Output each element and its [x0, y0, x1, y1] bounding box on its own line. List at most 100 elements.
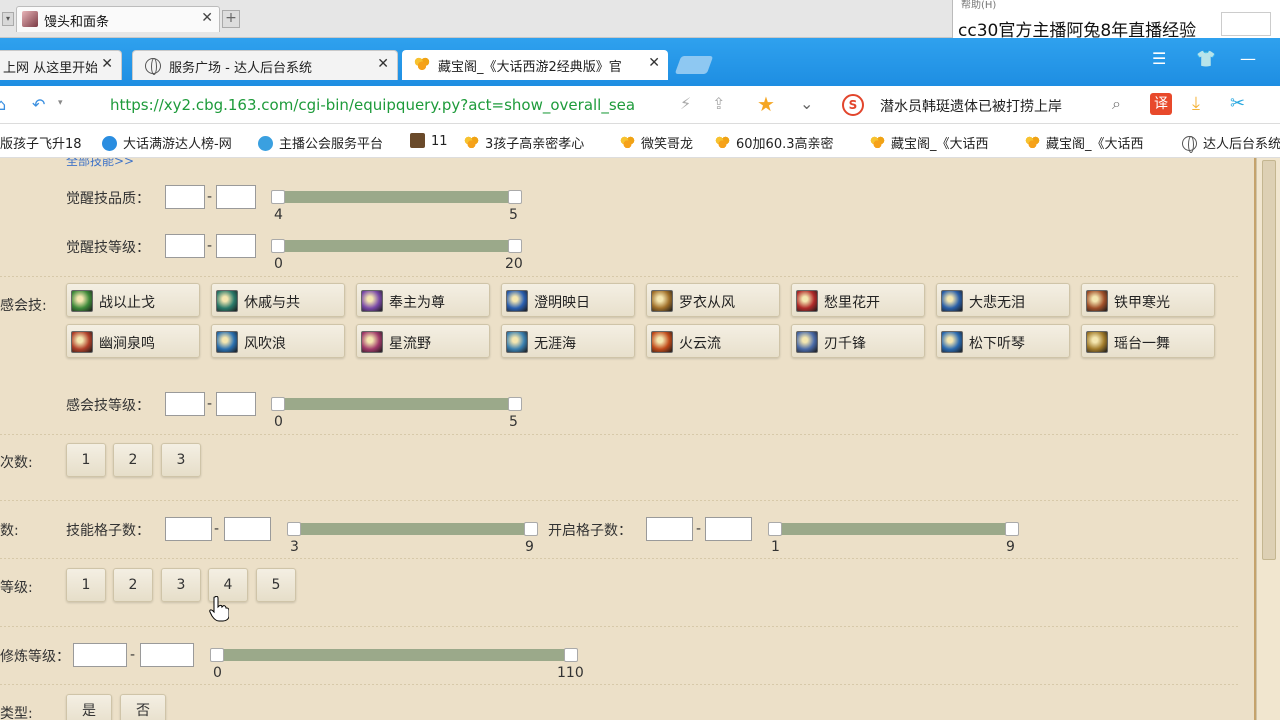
scissors-icon[interactable]: ✂ — [1230, 93, 1245, 114]
awaken-quality-max-input[interactable] — [216, 185, 256, 209]
search-engine-icon[interactable]: S — [842, 94, 864, 116]
count-option-1[interactable]: 1 — [66, 443, 106, 477]
grade-option-1[interactable]: 1 — [66, 568, 106, 602]
slider-min-handle[interactable] — [271, 397, 285, 411]
awaken-level-max-input[interactable] — [216, 234, 256, 258]
slider-max-handle[interactable] — [508, 397, 522, 411]
insight-level-max-input[interactable] — [216, 392, 256, 416]
slider-min-handle[interactable] — [271, 190, 285, 204]
skin-icon[interactable]: 👕 — [1196, 49, 1216, 68]
insight-level-slider[interactable] — [278, 398, 516, 410]
undo-icon[interactable]: ↶ — [32, 95, 45, 114]
tab-service-square[interactable]: 服务广场 - 达人后台系统 ✕ — [132, 50, 398, 80]
awaken-level-slider[interactable] — [278, 240, 516, 252]
outer-tab-close-icon[interactable]: ✕ — [201, 10, 213, 26]
grade-option-3[interactable]: 3 — [161, 568, 201, 602]
star-icon[interactable]: ★ — [757, 92, 775, 116]
insight-skill-button[interactable]: 瑶台一舞 — [1081, 324, 1215, 358]
cultivation-slider[interactable] — [216, 649, 572, 661]
insight-skill-button[interactable]: 奉主为尊 — [356, 283, 490, 317]
cultivation-max-input[interactable] — [140, 643, 194, 667]
insight-skill-button[interactable]: 休戚与共 — [211, 283, 345, 317]
bookmark-item[interactable]: 60加60.3高亲密 — [715, 133, 834, 152]
search-icon[interactable]: ⌕ — [1112, 94, 1121, 114]
insight-skill-button[interactable]: 星流野 — [356, 324, 490, 358]
insight-skill-button[interactable]: 松下听琴 — [936, 324, 1070, 358]
insight-skill-button[interactable]: 罗衣从风 — [646, 283, 780, 317]
search-suggestion[interactable]: 潜水员韩珽遗体已被打捞上岸 — [880, 96, 1062, 116]
bookmark-item[interactable]: 主播公会服务平台 — [258, 133, 383, 152]
insight-skill-button[interactable]: 澄明映日 — [501, 283, 635, 317]
skill-slots-min-input[interactable] — [165, 517, 212, 541]
grade-option-5[interactable]: 5 — [256, 568, 296, 602]
awaken-quality-min-input[interactable] — [165, 185, 205, 209]
close-icon[interactable]: ✕ — [648, 55, 660, 71]
skill-slots-max-input[interactable] — [224, 517, 271, 541]
outer-tab-scroll-button[interactable]: ▾ — [2, 12, 14, 26]
bookmark-item[interactable]: 藏宝阁_《大话西 — [1025, 133, 1144, 152]
slider-max-value: 9 — [1006, 539, 1015, 555]
open-slots-max-input[interactable] — [705, 517, 752, 541]
insight-skill-button[interactable]: 风吹浪 — [211, 324, 345, 358]
bookmark-item[interactable]: 11 — [410, 133, 448, 149]
grade-option-2[interactable]: 2 — [113, 568, 153, 602]
bookmark-item[interactable]: 版孩子飞升18 — [0, 133, 82, 152]
bookmark-item[interactable]: 微笑哥龙 — [620, 133, 693, 152]
slider-max-handle[interactable] — [508, 190, 522, 204]
insight-skill-button[interactable]: 愁里花开 — [791, 283, 925, 317]
bookmark-item[interactable]: 3孩子高亲密孝心 — [464, 133, 584, 152]
tab-start-page[interactable]: 上网 从这里开始 ✕ — [0, 50, 122, 80]
close-icon[interactable]: ✕ — [377, 56, 389, 72]
slider-max-handle[interactable] — [564, 648, 578, 662]
outer-new-tab-button[interactable]: + — [222, 10, 240, 28]
share-icon[interactable]: ⇪ — [712, 94, 725, 113]
close-icon[interactable]: ✕ — [101, 56, 113, 72]
slider-max-handle[interactable] — [508, 239, 522, 253]
danmaku-panel: 帮助(H) cc30官方主播阿兔8年直播经验 — [952, 0, 1280, 41]
menu-icon[interactable]: ☰ — [1152, 49, 1166, 68]
bookmark-item[interactable]: 大话满游达人榜-网 — [102, 133, 232, 152]
awaken-quality-slider[interactable] — [278, 191, 516, 203]
danmaku-input[interactable] — [1221, 12, 1271, 36]
tab-cbg[interactable]: 藏宝阁_《大话西游2经典版》官 ✕ — [402, 50, 668, 80]
slider-min-handle[interactable] — [768, 522, 782, 536]
slider-min-handle[interactable] — [287, 522, 301, 536]
download-icon[interactable]: ⤓ — [1192, 93, 1200, 114]
insight-skill-button[interactable]: 刃千锋 — [791, 324, 925, 358]
insight-skill-button[interactable]: 无涯海 — [501, 324, 635, 358]
danmaku-help-label[interactable]: 帮助(H) — [961, 0, 996, 11]
insight-skill-button[interactable]: 大悲无泪 — [936, 283, 1070, 317]
scrollbar-thumb[interactable] — [1262, 160, 1276, 560]
type-option-no[interactable]: 否 — [120, 694, 166, 720]
slider-min-handle[interactable] — [271, 239, 285, 253]
minimize-icon[interactable]: — — [1240, 49, 1256, 68]
all-skills-link[interactable]: 全部技能>> — [66, 158, 134, 169]
skill-slots-slider[interactable] — [293, 523, 533, 535]
awaken-level-min-input[interactable] — [165, 234, 205, 258]
bookmark-item[interactable]: 藏宝阁_《大话西 — [870, 133, 989, 152]
slider-max-handle[interactable] — [1005, 522, 1019, 536]
translate-icon[interactable]: 译 — [1150, 93, 1172, 115]
count-option-2[interactable]: 2 — [113, 443, 153, 477]
new-tab-button[interactable] — [674, 56, 714, 74]
cultivation-min-input[interactable] — [73, 643, 127, 667]
chevron-down-icon[interactable]: ⌄ — [800, 94, 813, 113]
home-icon[interactable]: ⌂ — [0, 95, 6, 114]
insight-skill-button[interactable]: 火云流 — [646, 324, 780, 358]
insight-skill-button[interactable]: 幽涧泉鸣 — [66, 324, 200, 358]
count-option-3[interactable]: 3 — [161, 443, 201, 477]
bookmark-item[interactable]: 达人后台系统 — [1182, 133, 1280, 153]
open-slots-slider[interactable] — [774, 523, 1014, 535]
lightning-icon[interactable]: ⚡ — [680, 94, 691, 113]
slider-max-handle[interactable] — [524, 522, 538, 536]
open-slots-min-input[interactable] — [646, 517, 693, 541]
chevron-down-icon[interactable]: ▾ — [58, 98, 63, 108]
insight-skill-button[interactable]: 战以止戈 — [66, 283, 200, 317]
type-option-yes[interactable]: 是 — [66, 694, 112, 720]
slider-min-handle[interactable] — [210, 648, 224, 662]
url-input[interactable] — [110, 92, 670, 118]
insight-level-min-input[interactable] — [165, 392, 205, 416]
outer-tab[interactable]: 馒头和面条 ✕ — [16, 6, 220, 32]
insight-skill-button[interactable]: 铁甲寒光 — [1081, 283, 1215, 317]
skill-label: 松下听琴 — [969, 336, 1025, 352]
